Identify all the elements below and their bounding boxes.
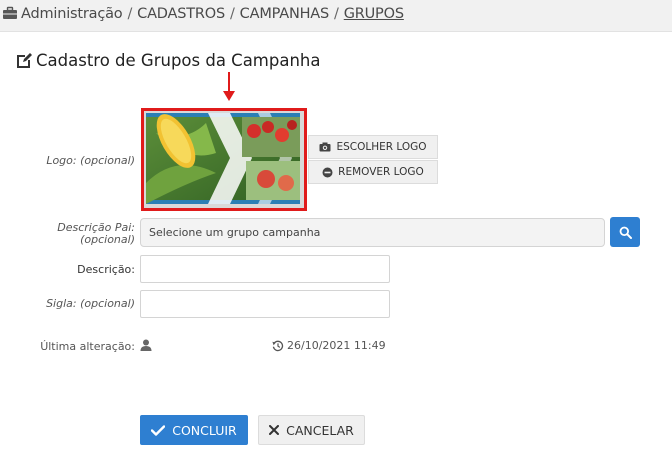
confirm-button[interactable]: CONCLUIR [140, 415, 248, 445]
remove-logo-label: REMOVER LOGO [338, 166, 424, 178]
page-title: Cadastro de Grupos da Campanha [14, 51, 321, 70]
briefcase-icon [3, 6, 17, 19]
description-label: Descrição: [77, 263, 135, 276]
cancel-button[interactable]: CANCELAR [258, 415, 365, 445]
acronym-field[interactable] [140, 290, 390, 318]
last-change-date: 26/10/2021 11:49 [272, 339, 386, 352]
minus-circle-icon [322, 167, 333, 177]
choose-logo-button[interactable]: ESCOLHER LOGO [308, 135, 438, 159]
close-icon [269, 425, 280, 435]
last-change-label: Última alteração: [40, 340, 135, 353]
acronym-label: Sigla: (opcional) [46, 297, 135, 310]
edit-icon [17, 53, 32, 68]
annotation-arrow [223, 72, 235, 101]
description-field[interactable] [140, 255, 390, 283]
breadcrumb-item-cadastros[interactable]: CADASTROS [137, 6, 225, 22]
breadcrumb-item-grupos[interactable]: GRUPOS [344, 6, 404, 22]
camera-icon [319, 142, 331, 152]
breadcrumb-item-admin[interactable]: Administração [21, 6, 123, 22]
parent-label-line2: (opcional) [80, 233, 135, 246]
breadcrumb-separator: / [334, 6, 339, 22]
logo-image [146, 113, 300, 204]
last-change-date-text: 26/10/2021 11:49 [287, 339, 386, 352]
page-title-text: Cadastro de Grupos da Campanha [36, 51, 321, 70]
search-icon [619, 226, 632, 239]
parent-group-select[interactable]: Selecione um grupo campanha [140, 218, 605, 247]
cancel-label: CANCELAR [286, 422, 354, 438]
search-button[interactable] [610, 217, 640, 247]
confirm-label: CONCLUIR [172, 422, 237, 438]
breadcrumb-item-campanhas[interactable]: CAMPANHAS [240, 6, 330, 22]
parent-label: Descrição Pai: (opcional) [57, 222, 135, 246]
breadcrumb-separator: / [229, 6, 235, 22]
logo-preview [141, 108, 307, 211]
history-icon [272, 340, 284, 351]
remove-logo-button[interactable]: REMOVER LOGO [308, 160, 438, 184]
top-bar: Administração / CADASTROS / CAMPANHAS / GRUPOS [0, 0, 672, 32]
choose-logo-label: ESCOLHER LOGO [336, 141, 427, 153]
breadcrumb-separator: / [127, 6, 133, 22]
user-icon [140, 339, 152, 351]
parent-group-placeholder: Selecione um grupo campanha [149, 226, 321, 239]
check-icon [151, 424, 166, 436]
last-change-user [140, 339, 152, 351]
breadcrumb: Administração / CADASTROS / CAMPANHAS / GRUPOS [2, 6, 404, 22]
logo-label: Logo: (opcional) [46, 154, 135, 167]
